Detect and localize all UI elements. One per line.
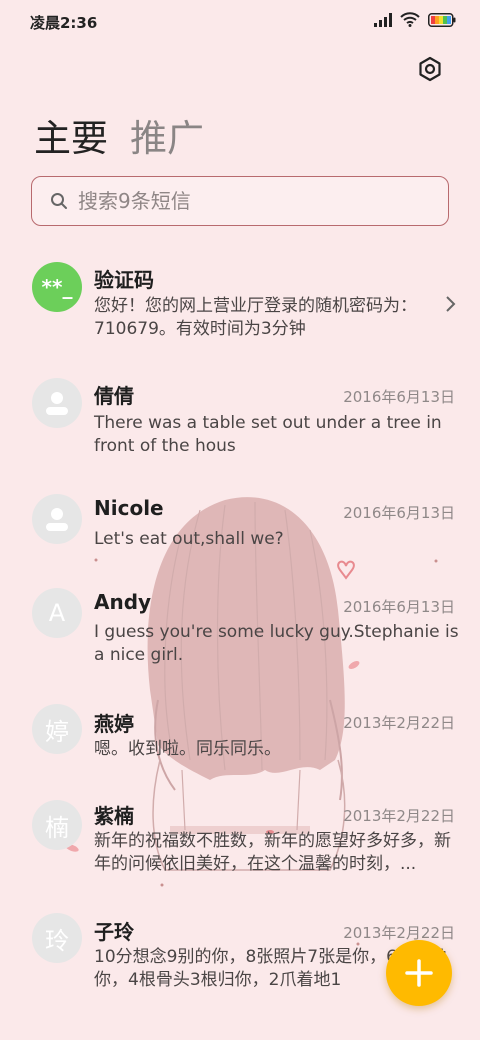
avatar bbox=[32, 494, 82, 544]
contact-name: Nicole bbox=[94, 496, 164, 520]
contact-name: 燕婷 bbox=[94, 712, 134, 736]
message-item-verification[interactable]: **_ 验证码 您好！您的网上营业厅登录的随机密码为：710679。有效时间为3… bbox=[0, 250, 480, 360]
message-date: 2016年6月13日 bbox=[343, 504, 455, 522]
message-date: 2013年2月22日 bbox=[343, 807, 455, 825]
contact-name: 倩倩 bbox=[94, 384, 134, 408]
message-date: 2013年2月22日 bbox=[343, 714, 455, 732]
plus-icon bbox=[405, 959, 433, 987]
status-time: 凌晨2:36 bbox=[30, 14, 98, 32]
search-input[interactable] bbox=[78, 189, 418, 213]
person-icon bbox=[46, 392, 68, 415]
message-preview: I guess you're some lucky guy.Stephanie … bbox=[94, 622, 459, 665]
message-preview: 嗯。收到啦。同乐同乐。 bbox=[94, 739, 281, 759]
status-icons bbox=[374, 12, 456, 27]
avatar: A bbox=[32, 588, 82, 638]
avatar: 玲 bbox=[32, 913, 82, 963]
contact-name: Andy bbox=[94, 590, 152, 614]
person-icon bbox=[46, 508, 68, 531]
tab-bar: 主要 推广 bbox=[34, 108, 204, 162]
battery-icon bbox=[428, 12, 456, 27]
message-date: 2013年2月22日 bbox=[343, 924, 455, 942]
avatar: 楠 bbox=[32, 800, 82, 850]
contact-name: 验证码 bbox=[94, 268, 154, 292]
message-preview: 您好！您的网上营业厅登录的随机密码为：710679。有效时间为3分钟 bbox=[94, 296, 417, 339]
avatar: 婷 bbox=[32, 704, 82, 754]
contact-name: 紫楠 bbox=[94, 804, 134, 828]
avatar: **_ bbox=[32, 262, 82, 312]
tab-primary[interactable]: 主要 bbox=[34, 108, 108, 162]
tab-promotions[interactable]: 推广 bbox=[130, 108, 204, 162]
contact-name: 子玲 bbox=[94, 920, 134, 944]
message-item[interactable]: A Andy 2016年6月13日 I guess you're some lu… bbox=[0, 578, 480, 688]
message-item[interactable]: 倩倩 2016年6月13日 There was a table set out … bbox=[0, 366, 480, 476]
gear-icon bbox=[419, 56, 441, 82]
message-preview: There was a table set out under a tree i… bbox=[94, 413, 442, 456]
message-item[interactable]: Nicole 2016年6月13日 Let's eat out,shall we… bbox=[0, 482, 480, 572]
message-item[interactable]: 楠 紫楠 2013年2月22日 新年的祝福数不胜数，新年的愿望好多好多，新年的问… bbox=[0, 790, 480, 900]
avatar bbox=[32, 378, 82, 428]
status-bar: 凌晨2:36 bbox=[0, 0, 480, 44]
message-date: 2016年6月13日 bbox=[343, 598, 455, 616]
chevron-right-icon[interactable] bbox=[444, 294, 458, 314]
wifi-icon bbox=[400, 12, 420, 27]
message-preview: Let's eat out,shall we? bbox=[94, 529, 284, 549]
message-item[interactable]: 婷 燕婷 2013年2月22日 嗯。收到啦。同乐同乐。 bbox=[0, 694, 480, 784]
message-preview: 新年的祝福数不胜数，新年的愿望好多好多，新年的问候依旧美好，在这个温馨的时刻，.… bbox=[94, 831, 451, 874]
message-date: 2016年6月13日 bbox=[343, 388, 455, 406]
settings-button[interactable] bbox=[416, 55, 444, 83]
search-box[interactable] bbox=[31, 176, 449, 226]
search-icon bbox=[51, 193, 67, 209]
new-message-button[interactable] bbox=[386, 940, 452, 1006]
signal-icon bbox=[374, 12, 392, 27]
